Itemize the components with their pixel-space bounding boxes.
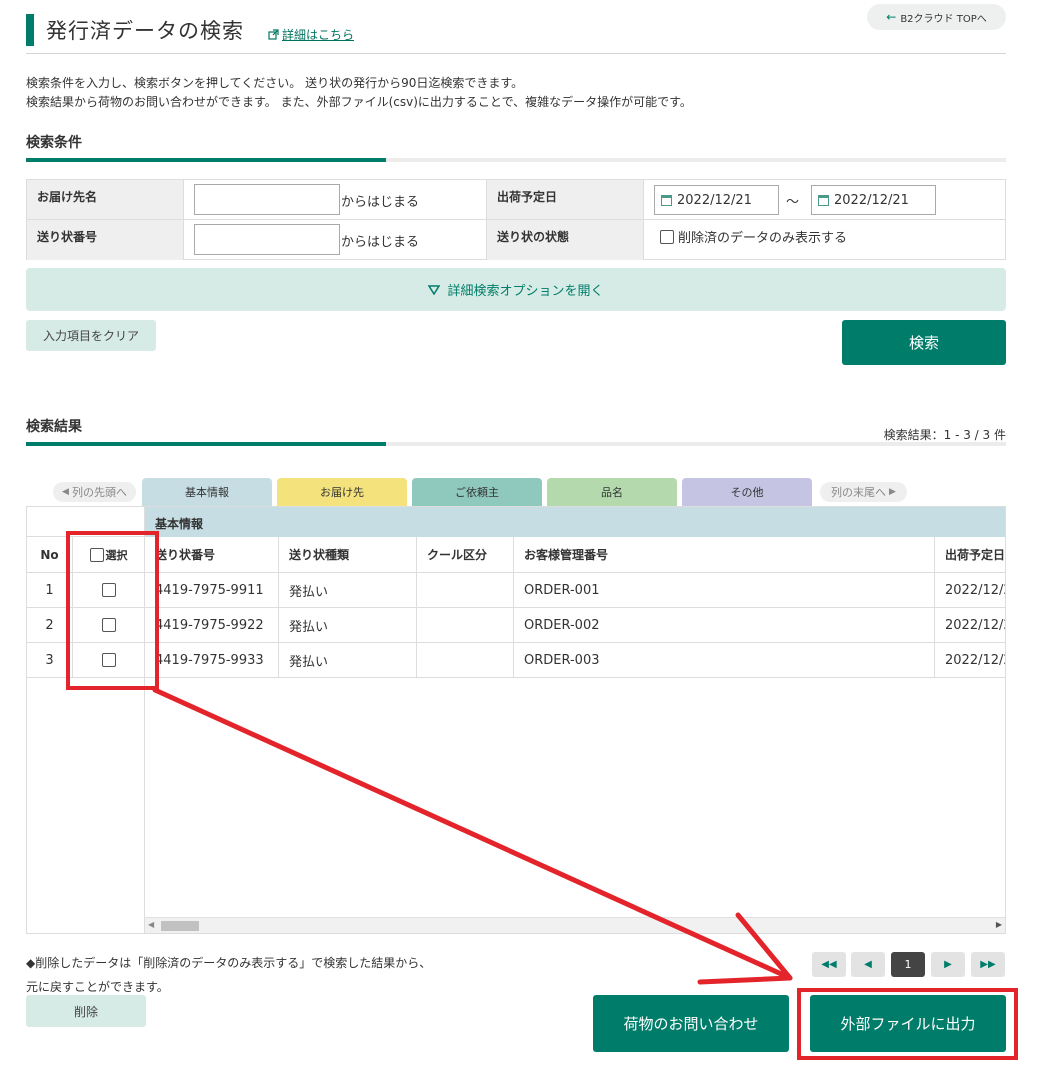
annotation-arrow [152, 687, 793, 985]
arrow-shaft [152, 687, 793, 981]
